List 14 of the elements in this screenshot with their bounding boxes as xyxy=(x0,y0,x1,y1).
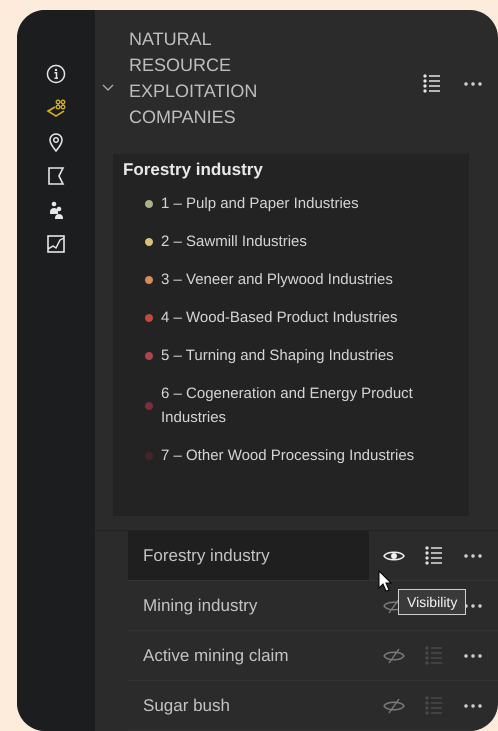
legend-label: 6 – Cogeneration and Energy Product Industries xyxy=(161,384,414,428)
layer-item[interactable]: Sugar bush xyxy=(128,681,369,730)
legend-label: 1 – Pulp and Paper Industries xyxy=(161,194,360,214)
legend-label: 7 – Other Wood Processing Industries xyxy=(161,446,416,466)
group-title: NATURAL RESOURCE EXPLOITATION COMPANIES xyxy=(129,28,258,129)
legend-label: 5 – Turning and Shaping Industries xyxy=(161,346,395,366)
legend-label: 4 – Wood-Based Product Industries xyxy=(161,308,399,328)
layer-item[interactable]: Forestry industry xyxy=(128,531,369,580)
legend-label: 2 – Sawmill Industries xyxy=(161,232,308,252)
legend-title: Forestry industry xyxy=(123,160,264,180)
legend-label: 3 – Veneer and Plywood Industries xyxy=(161,270,394,290)
tooltip: Visibility xyxy=(398,589,466,615)
layer-item[interactable]: Active mining claim xyxy=(128,631,369,680)
layer-item[interactable]: Mining industry xyxy=(128,581,369,630)
